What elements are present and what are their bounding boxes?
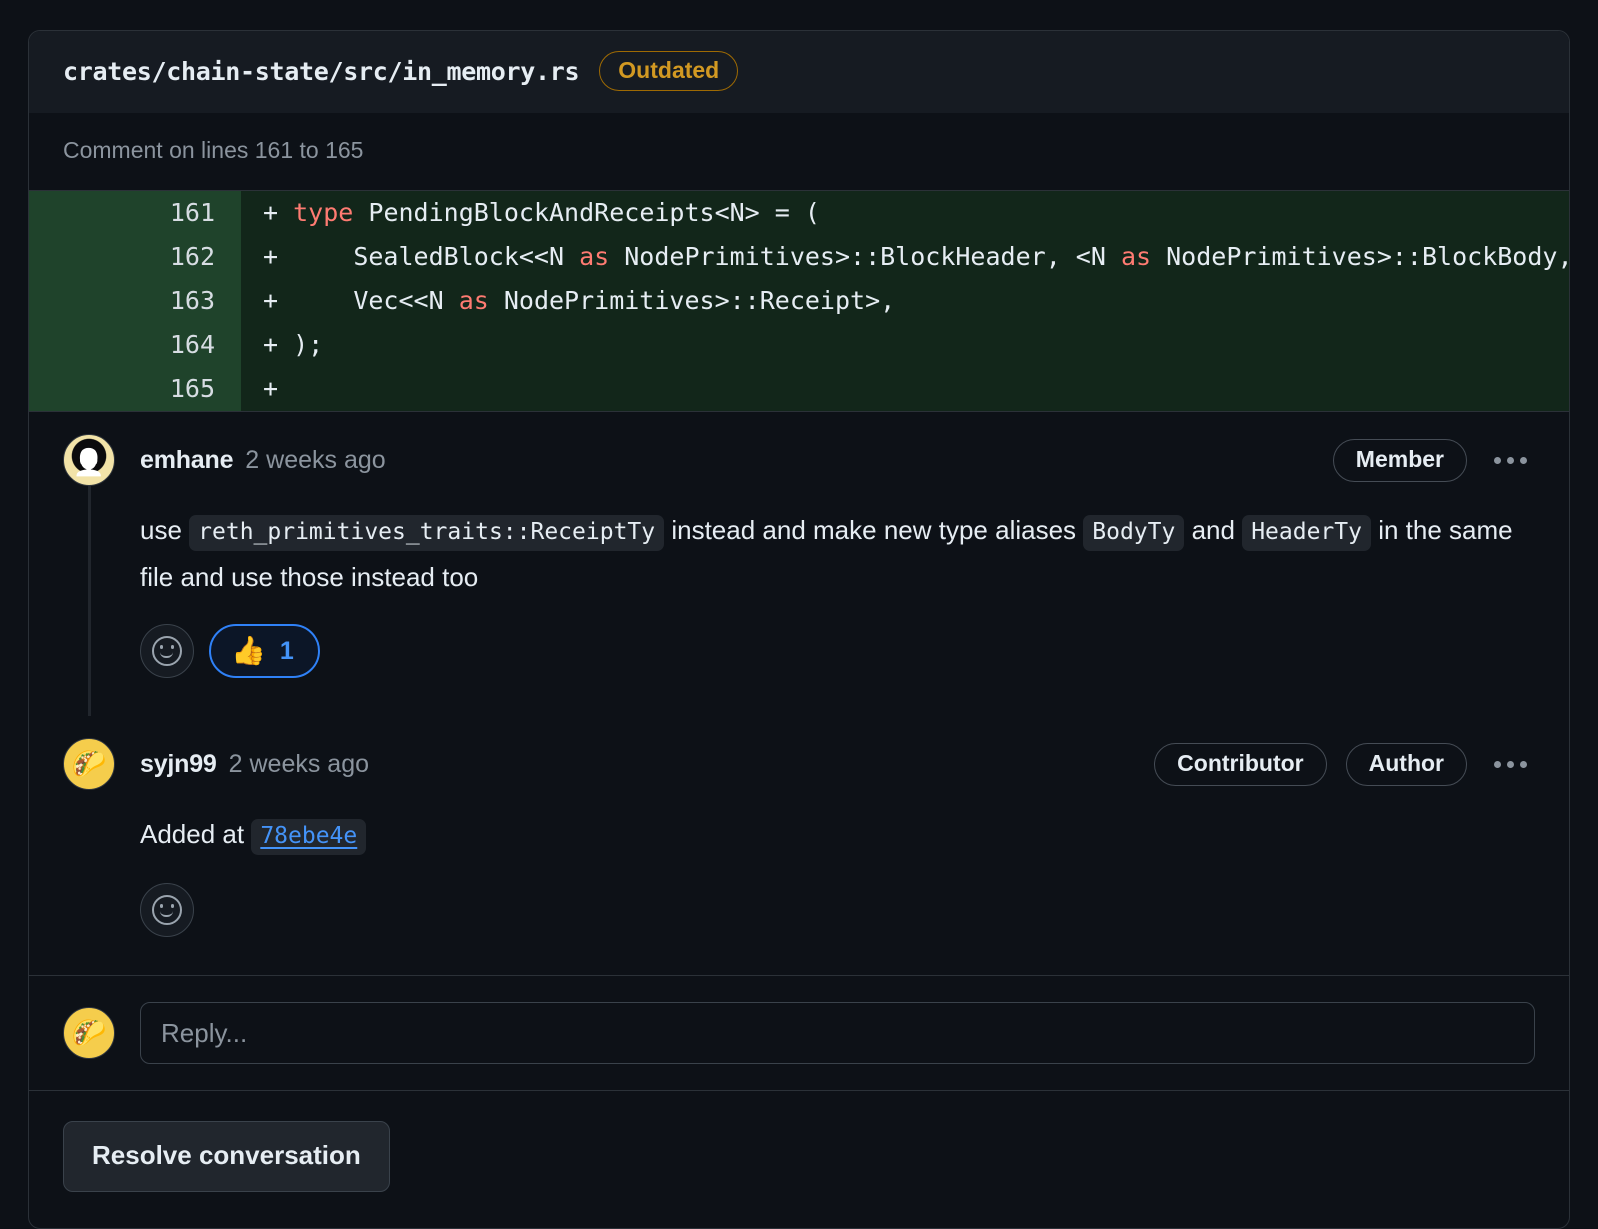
- resolve-conversation-button[interactable]: Resolve conversation: [63, 1121, 390, 1193]
- comment-menu-icon[interactable]: [1486, 451, 1535, 470]
- diff-marker: +: [263, 242, 279, 272]
- comment-header-actions: Contributor Author: [1154, 742, 1535, 787]
- diff-keyword: as: [458, 286, 489, 316]
- outdated-badge: Outdated: [599, 51, 739, 92]
- inline-code: HeaderTy: [1242, 515, 1371, 552]
- avatar-glyph: 👤: [72, 447, 106, 478]
- add-reaction-button[interactable]: [140, 883, 194, 938]
- diff-line-number: 163: [29, 279, 241, 324]
- comment-author[interactable]: syjn99: [140, 750, 217, 779]
- comment-body: Added at 78ebe4e: [63, 790, 1535, 859]
- avatar-glyph: 🌮: [71, 1017, 107, 1049]
- diff-line-number: 164: [29, 323, 241, 368]
- comment-timestamp[interactable]: 2 weeks ago: [245, 446, 385, 475]
- avatar[interactable]: 👤: [63, 434, 115, 487]
- thread-footer: Resolve conversation: [29, 1090, 1569, 1228]
- diff-pre: SealedBlock<<N: [278, 242, 580, 272]
- avatar[interactable]: 🌮: [63, 738, 115, 791]
- reaction-count: 1: [279, 636, 294, 665]
- body-text: and: [1184, 515, 1243, 546]
- diff-row: 161 + type PendingBlockAndReceipts<N> = …: [29, 191, 1569, 236]
- commit-link[interactable]: 78ebe4e: [260, 823, 357, 849]
- role-badge-author: Author: [1345, 742, 1467, 787]
- comment-header: 🌮 syjn99 2 weeks ago Contributor Author: [63, 716, 1535, 791]
- body-text: Added at: [140, 819, 252, 850]
- comment-timestamp[interactable]: 2 weeks ago: [229, 750, 369, 779]
- diff-pre: [278, 198, 293, 227]
- diff-rest: NodePrimitives>::Receipt>,: [488, 286, 896, 316]
- inline-code-commit: 78ebe4e: [251, 819, 367, 856]
- add-reaction-button[interactable]: [140, 624, 194, 679]
- diff-row: 164 + );: [29, 323, 1569, 368]
- comment-body: use reth_primitives_traits::ReceiptTy in…: [63, 486, 1535, 600]
- file-path[interactable]: crates/chain-state/src/in_memory.rs: [63, 57, 580, 86]
- diff-row: 165 +: [29, 367, 1569, 412]
- smiley-icon: [152, 895, 182, 926]
- body-text: use: [140, 515, 190, 546]
- diff-keyword: type: [293, 198, 354, 228]
- body-text: instead and make new type aliases: [664, 515, 1084, 546]
- diff-hunk: 161 + type PendingBlockAndReceipts<N> = …: [29, 190, 1569, 413]
- diff-code-line[interactable]: + type PendingBlockAndReceipts<N> = (: [241, 191, 1569, 236]
- reaction-thumbsup-button[interactable]: 👍 1: [209, 624, 320, 679]
- diff-pre: );: [278, 330, 324, 360]
- diff-rest: PendingBlockAndReceipts<N> = (: [353, 198, 820, 228]
- inline-code: reth_primitives_traits::ReceiptTy: [189, 515, 665, 552]
- reply-input[interactable]: [140, 1002, 1535, 1065]
- diff-pre: Vec<<N: [278, 286, 459, 316]
- diff-code-line[interactable]: + );: [241, 323, 1569, 368]
- diff-line-number: 162: [29, 235, 241, 280]
- diff-marker: +: [263, 374, 279, 404]
- reactions-bar: 👍 1: [63, 600, 1535, 679]
- diff-keyword: as: [579, 242, 610, 272]
- thumbs-up-icon: 👍: [231, 635, 266, 667]
- diff-row: 162 + SealedBlock<<N as NodePrimitives>:…: [29, 235, 1569, 280]
- comment-emhane: 👤 emhane 2 weeks ago Member use reth_pri…: [29, 412, 1569, 717]
- reply-section: 🌮: [29, 975, 1569, 1090]
- review-thread-container: crates/chain-state/src/in_memory.rs Outd…: [28, 30, 1570, 1229]
- diff-line-number: 165: [29, 367, 241, 412]
- diff-keyword: as: [1120, 242, 1152, 272]
- diff-code-line[interactable]: +: [241, 367, 1569, 412]
- comments-list: 👤 emhane 2 weeks ago Member use reth_pri…: [29, 412, 1569, 976]
- diff-marker: +: [263, 330, 279, 360]
- page-root: crates/chain-state/src/in_memory.rs Outd…: [0, 0, 1598, 1229]
- smiley-icon: [152, 636, 182, 667]
- diff-line-number: 161: [29, 191, 241, 236]
- reply-avatar: 🌮: [63, 1007, 115, 1060]
- diff-marker: +: [263, 286, 279, 316]
- diff-row: 163 + Vec<<N as NodePrimitives>::Receipt…: [29, 279, 1569, 324]
- diff-code-line[interactable]: + SealedBlock<<N as NodePrimitives>::Blo…: [241, 235, 1569, 280]
- thread-connector-line: [88, 486, 91, 717]
- inline-code: BodyTy: [1083, 515, 1185, 552]
- avatar-glyph: 🌮: [71, 748, 107, 780]
- diff-marker: +: [263, 198, 279, 228]
- comment-header-actions: Member: [1332, 438, 1535, 483]
- diff-code-line[interactable]: + Vec<<N as NodePrimitives>::Receipt>,: [241, 279, 1569, 324]
- diff-rest: NodePrimitives>::BlockBody,: [1151, 242, 1569, 272]
- role-badge-member: Member: [1332, 438, 1467, 483]
- comment-lines-note: Comment on lines 161 to 165: [29, 113, 1569, 191]
- reactions-bar: [63, 859, 1535, 938]
- diff-mid: NodePrimitives>::BlockHeader, <N: [609, 242, 1121, 272]
- file-header: crates/chain-state/src/in_memory.rs Outd…: [29, 31, 1569, 114]
- role-badge-contributor: Contributor: [1154, 742, 1327, 787]
- comment-author[interactable]: emhane: [140, 446, 233, 475]
- comment-syjn99: 🌮 syjn99 2 weeks ago Contributor Author …: [29, 716, 1569, 975]
- comment-menu-icon[interactable]: [1486, 755, 1535, 774]
- comment-header: 👤 emhane 2 weeks ago Member: [63, 412, 1535, 487]
